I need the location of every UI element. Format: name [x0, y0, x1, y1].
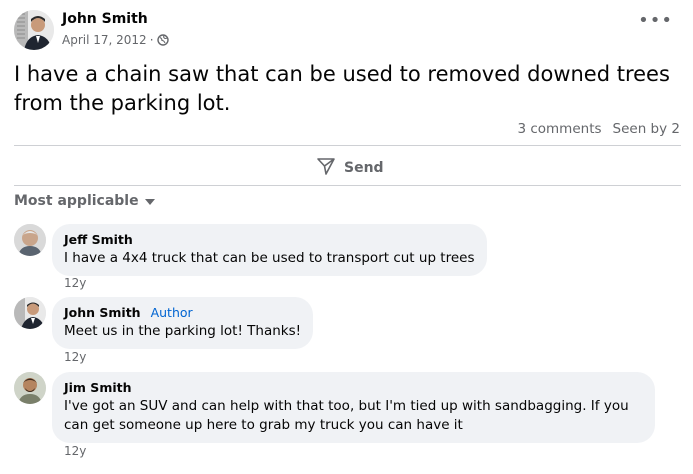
send-button[interactable]: Send [316, 156, 384, 180]
comment-sort-dropdown[interactable]: Most applicable [14, 193, 155, 209]
commenter-avatar[interactable] [14, 297, 46, 329]
paper-plane-icon [316, 156, 336, 180]
commenter-name[interactable]: Jim Smith [64, 379, 132, 397]
post-author-avatar[interactable] [14, 10, 54, 50]
comment-bubble: Jim Smith I've got an SUV and can help w… [52, 372, 655, 443]
post-date[interactable]: April 17, 2012 [62, 33, 147, 47]
caret-down-icon [144, 199, 155, 205]
comment-timestamp[interactable]: 12y [64, 276, 86, 290]
comment-timestamp[interactable]: 12y [64, 444, 86, 458]
divider [14, 145, 681, 146]
comment-bubble: John Smith Author Meet us in the parking… [52, 297, 314, 349]
comments-count-link[interactable]: 3 comments [517, 121, 601, 137]
comment-timestamp[interactable]: 12y [64, 350, 86, 364]
post-stats: 3 comments Seen by 2 [517, 121, 680, 137]
comment-text: I've got an SUV and can help with that t… [64, 398, 629, 433]
author-badge: Author [150, 305, 193, 320]
meta-separator: · [149, 33, 154, 47]
commenter-avatar[interactable] [14, 224, 46, 256]
commenter-name[interactable]: Jeff Smith [64, 231, 133, 249]
commenter-avatar[interactable] [14, 372, 46, 404]
post-meta: April 17, 2012 · [62, 33, 169, 47]
comment-text: I have a 4x4 truck that can be used to t… [64, 250, 475, 266]
comment-bubble: Jeff Smith I have a 4x4 truck that can b… [52, 224, 487, 276]
commenter-name[interactable]: John Smith [64, 304, 141, 322]
post-author-name[interactable]: John Smith [62, 11, 148, 27]
divider [14, 185, 681, 186]
send-label: Send [344, 160, 384, 176]
globe-icon[interactable] [156, 34, 169, 46]
comment-text: Meet us in the parking lot! Thanks! [64, 323, 302, 339]
more-options-icon[interactable]: ••• [638, 12, 673, 30]
sort-label: Most applicable [14, 193, 139, 209]
post-header: John Smith April 17, 2012 · ••• [14, 10, 679, 52]
post-text: I have a chain saw that can be used to r… [14, 62, 670, 115]
seen-by-link[interactable]: Seen by 2 [613, 121, 680, 137]
